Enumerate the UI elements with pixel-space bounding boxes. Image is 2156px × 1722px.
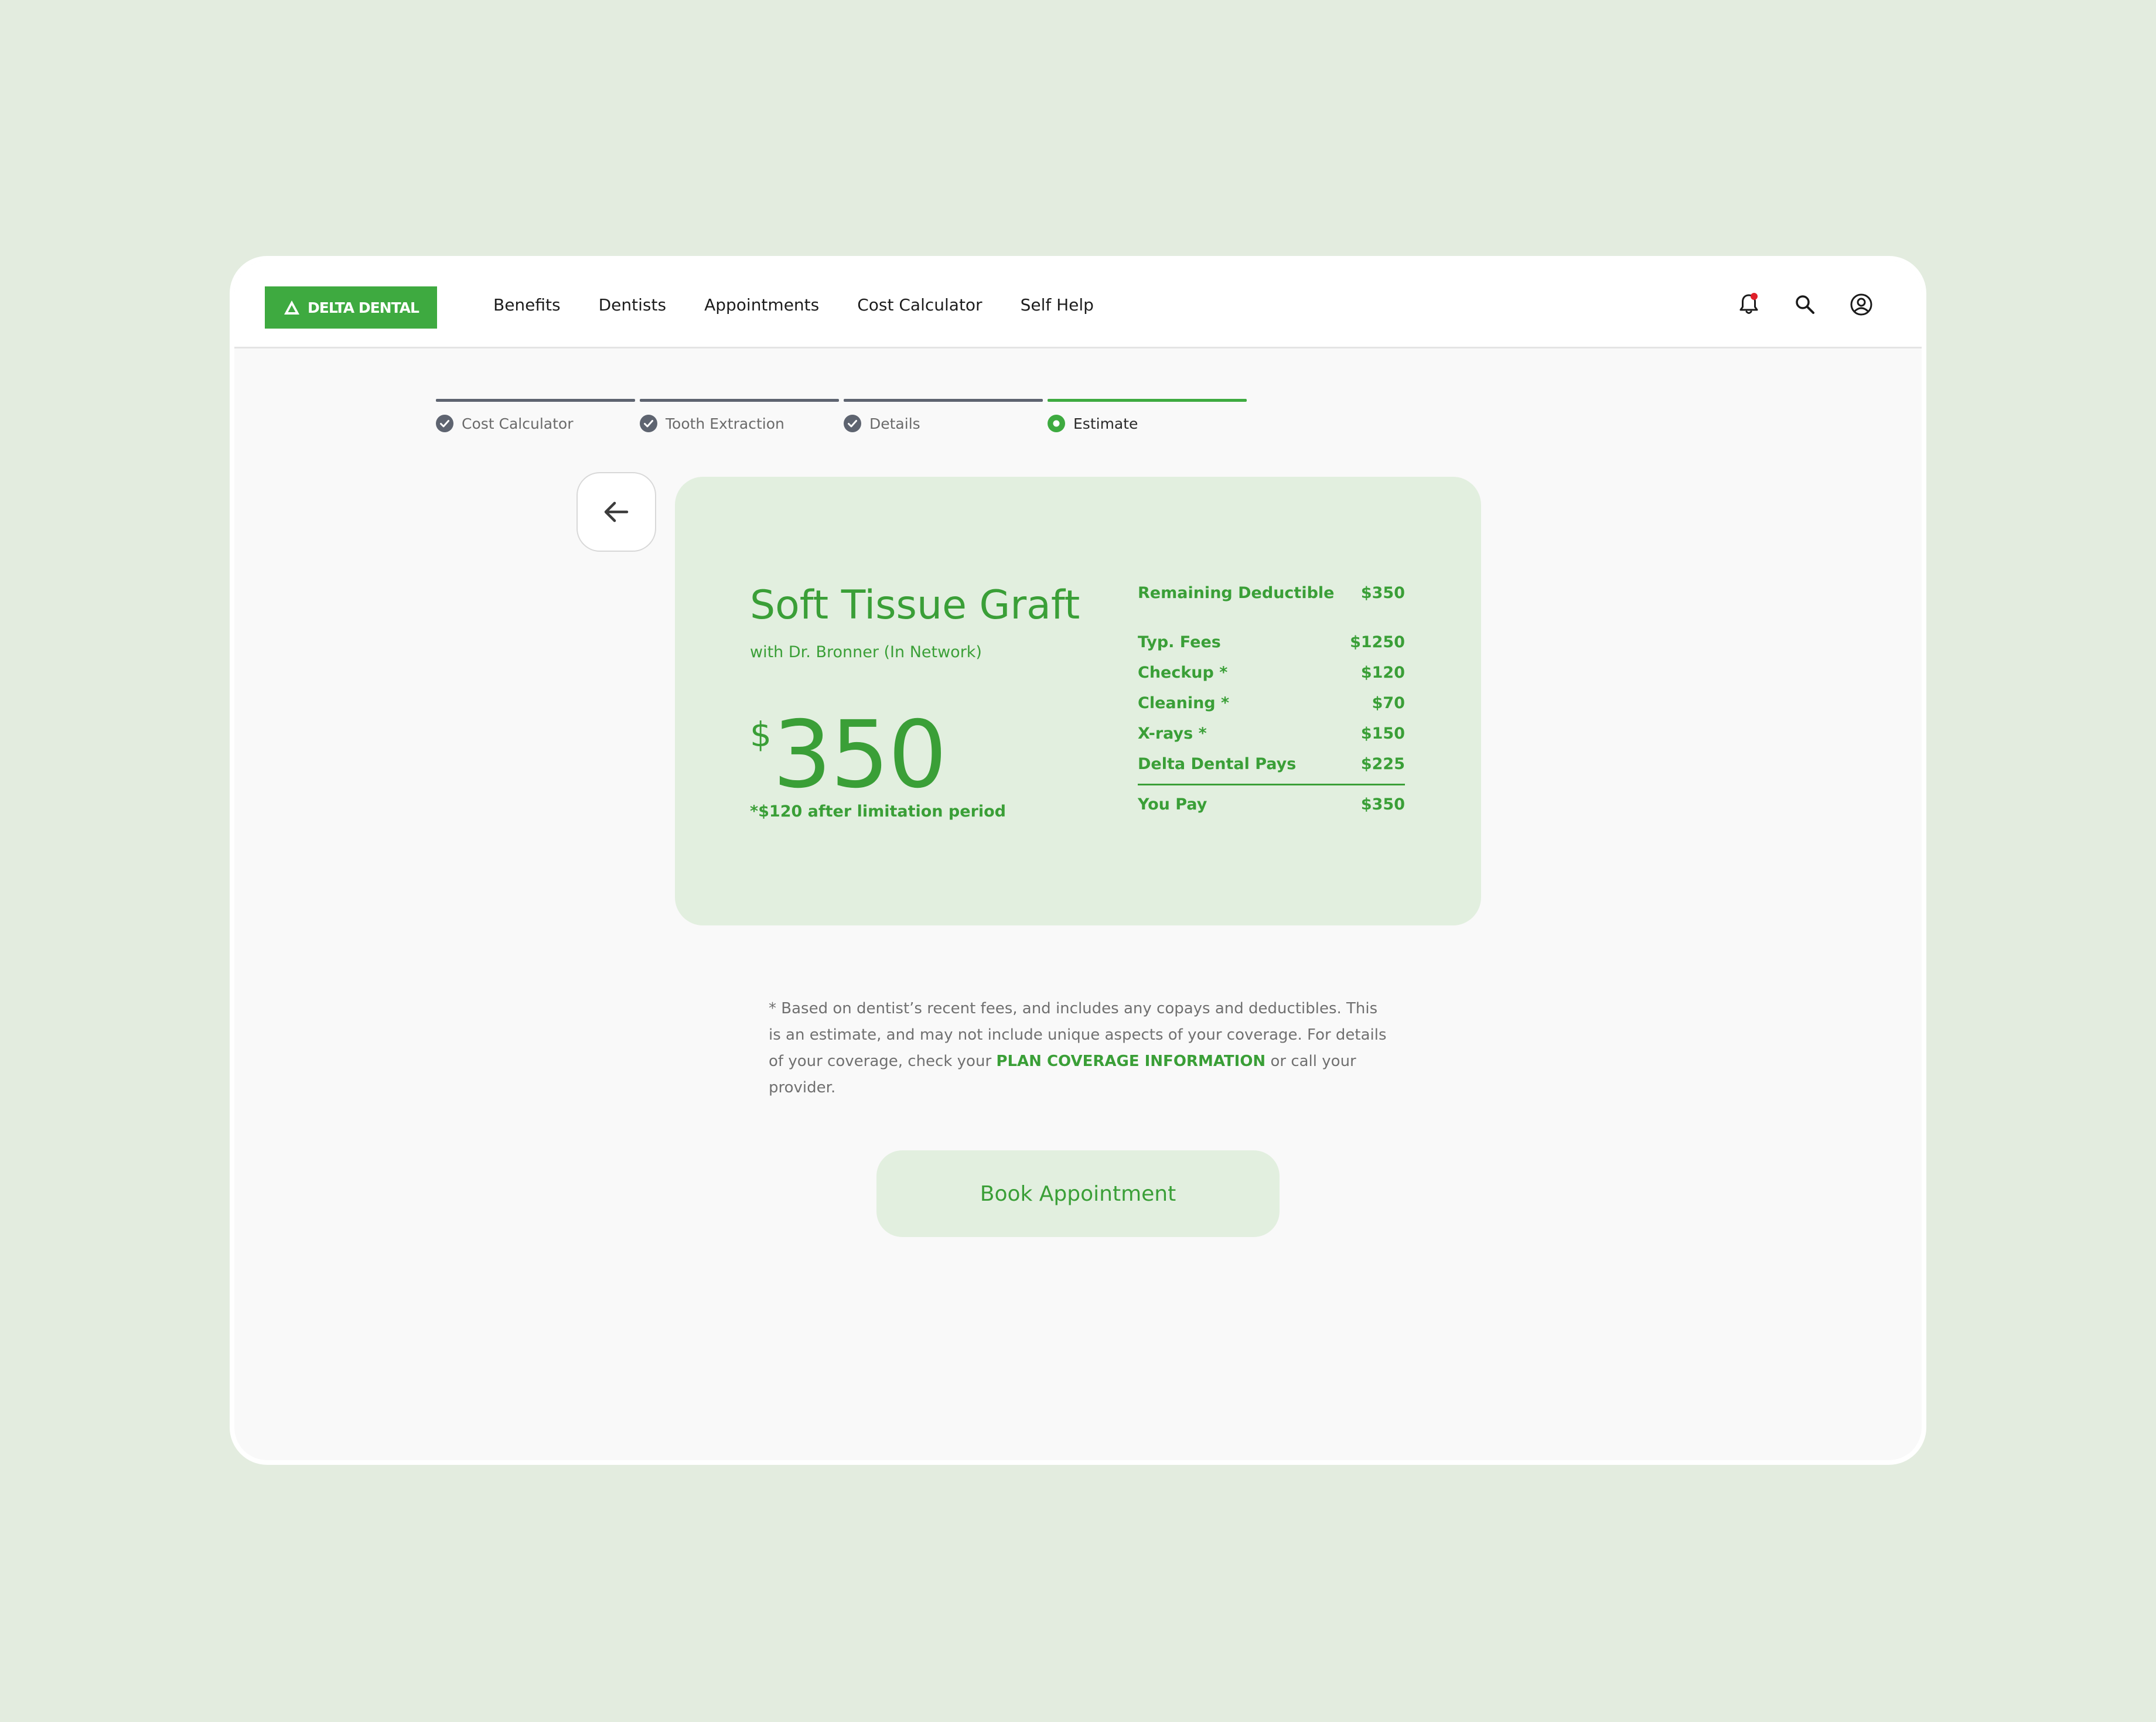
step-label: Cost Calculator (462, 415, 574, 432)
total-divider (1138, 784, 1405, 785)
row-label: X-rays * (1138, 724, 1207, 743)
progress-stepper: Cost Calculator Tooth Extraction Details (436, 399, 1247, 432)
nav-appointments[interactable]: Appointments (704, 295, 819, 315)
step-label: Tooth Extraction (666, 415, 784, 432)
cost-breakdown: Remaining Deductible $350 Typ. Fees $125… (1138, 578, 1405, 819)
nav-self-help[interactable]: Self Help (1021, 295, 1094, 315)
book-appointment-button[interactable]: Book Appointment (876, 1150, 1280, 1237)
row-value: $1250 (1350, 633, 1405, 651)
step-details[interactable]: Details (844, 399, 1043, 432)
estimated-price: $ 350 (750, 697, 947, 809)
provider-info: with Dr. Bronner (In Network) (750, 643, 982, 661)
plan-coverage-link[interactable]: PLAN COVERAGE INFORMATION (996, 1053, 1265, 1070)
breakdown-row: Delta Dental Pays $225 (1138, 749, 1405, 779)
row-label: You Pay (1138, 795, 1207, 814)
you-pay-row: You Pay $350 (1138, 789, 1405, 819)
step-progress-bar (436, 399, 635, 402)
row-label: Delta Dental Pays (1138, 754, 1297, 773)
row-value: $70 (1372, 693, 1405, 712)
notification-dot (1751, 293, 1758, 300)
check-circle-icon (436, 415, 453, 432)
back-button[interactable] (576, 472, 656, 552)
arrow-left-icon (604, 501, 629, 522)
delta-logo-icon (284, 300, 300, 315)
estimate-card: Soft Tissue Graft with Dr. Bronner (In N… (675, 477, 1481, 925)
row-value: $350 (1360, 583, 1405, 602)
row-label: Typ. Fees (1138, 633, 1221, 651)
current-step-icon (1048, 415, 1065, 432)
nav-benefits[interactable]: Benefits (493, 295, 561, 315)
step-estimate[interactable]: Estimate (1048, 399, 1247, 432)
step-progress-bar (1048, 399, 1247, 402)
header-actions (1735, 261, 1875, 348)
account-icon[interactable] (1848, 291, 1875, 318)
logo-wordmark: DELTA DENTAL (308, 299, 419, 316)
main-nav: Benefits Dentists Appointments Cost Calc… (493, 261, 1132, 348)
step-progress-bar (844, 399, 1043, 402)
row-value: $120 (1360, 663, 1405, 682)
step-progress-bar (640, 399, 839, 402)
breakdown-row: X-rays * $150 (1138, 718, 1405, 749)
row-value: $225 (1360, 754, 1405, 773)
top-navigation-bar: DELTA DENTAL Benefits Dentists Appointme… (234, 261, 1922, 348)
search-icon[interactable] (1792, 291, 1819, 318)
nav-dentists[interactable]: Dentists (599, 295, 666, 315)
check-circle-icon (640, 415, 657, 432)
row-value: $350 (1360, 795, 1405, 814)
breakdown-row: Cleaning * $70 (1138, 688, 1405, 718)
step-label: Estimate (1073, 415, 1138, 432)
check-circle-icon (844, 415, 861, 432)
step-tooth-extraction[interactable]: Tooth Extraction (640, 399, 839, 432)
nav-cost-calculator[interactable]: Cost Calculator (857, 295, 982, 315)
row-label: Remaining Deductible (1138, 583, 1335, 602)
delta-dental-logo[interactable]: DELTA DENTAL (265, 286, 437, 329)
price-amount: 350 (772, 701, 947, 809)
row-label: Checkup * (1138, 663, 1228, 682)
price-currency: $ (750, 715, 772, 754)
disclaimer-text: * Based on dentist’s recent fees, and in… (769, 996, 1390, 1101)
limitation-note: *$120 after limitation period (750, 802, 1007, 821)
step-label: Details (869, 415, 920, 432)
procedure-title: Soft Tissue Graft (750, 582, 1080, 628)
breakdown-row: Checkup * $120 (1138, 657, 1405, 688)
row-label: Cleaning * (1138, 693, 1230, 712)
row-value: $150 (1360, 724, 1405, 743)
remaining-deductible-row: Remaining Deductible $350 (1138, 578, 1405, 608)
breakdown-row: Typ. Fees $1250 (1138, 627, 1405, 657)
bell-icon[interactable] (1735, 291, 1762, 318)
step-cost-calculator[interactable]: Cost Calculator (436, 399, 635, 432)
